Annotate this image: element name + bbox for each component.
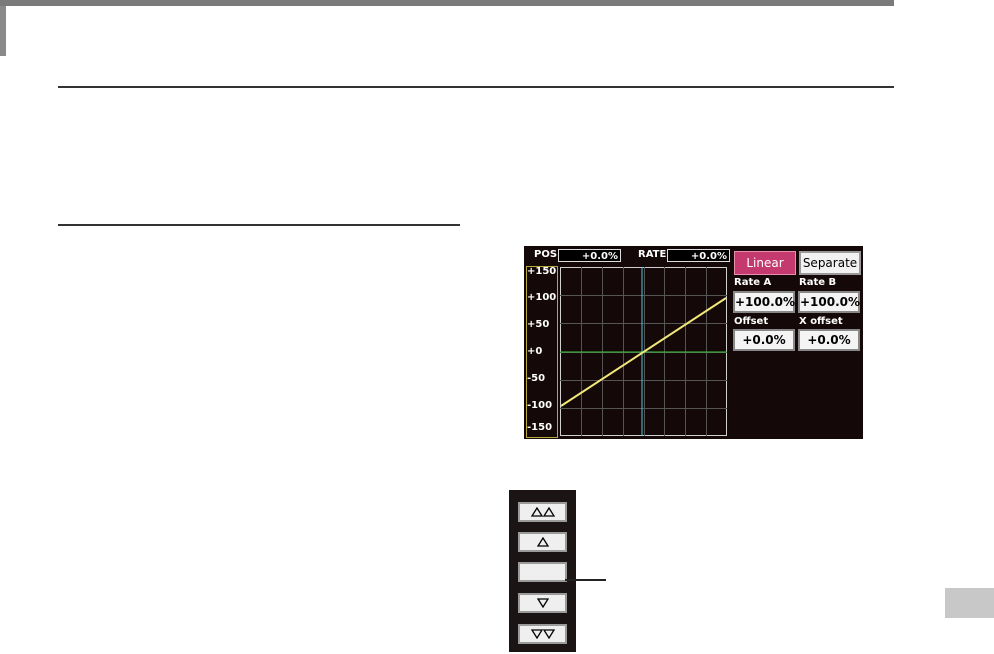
x-offset-label: X offset [799, 316, 843, 327]
blank-button[interactable] [518, 562, 567, 582]
adjust-button-panel [509, 490, 576, 652]
subsection-divider [58, 224, 460, 226]
linear-button[interactable]: Linear [734, 251, 796, 275]
rate-a-button[interactable]: +100.0% [733, 291, 795, 313]
section-divider [58, 86, 894, 88]
pos-label: POS [534, 249, 558, 260]
header-bar [0, 0, 894, 6]
rate-label: RATE [638, 249, 667, 260]
offset-label: Offset [734, 316, 769, 327]
y-tick-label: -150 [527, 422, 553, 433]
side-index-tab [945, 588, 994, 618]
y-tick-label: +150 [527, 266, 557, 277]
up-triangle-icon [536, 537, 549, 547]
down-button[interactable] [518, 593, 567, 613]
y-tick-label: +100 [527, 292, 557, 303]
x-offset-button[interactable]: +0.0% [798, 329, 860, 351]
y-tick-label: -50 [527, 373, 546, 384]
pos-value: +0.0% [558, 249, 621, 262]
header-side-bar [0, 6, 6, 56]
rate-b-label: Rate B [799, 277, 837, 288]
y-tick-label: +0 [527, 346, 543, 357]
double-up-triangle-icon [530, 507, 555, 517]
rate-b-button[interactable]: +100.0% [798, 291, 860, 313]
curve-screen: POS +0.0% RATE +0.0% +150 +100 +50 +0 -5… [524, 246, 863, 439]
callout-leader-line [565, 579, 606, 581]
double-down-triangle-icon [530, 629, 555, 639]
up-fast-button[interactable] [518, 502, 567, 522]
separate-button[interactable]: Separate [799, 251, 861, 275]
offset-button[interactable]: +0.0% [733, 329, 795, 351]
down-fast-button[interactable] [518, 624, 567, 644]
curve-graph [560, 267, 727, 436]
up-button[interactable] [518, 532, 567, 552]
y-tick-label: +50 [527, 319, 550, 330]
down-triangle-icon [536, 598, 549, 608]
y-tick-label: -100 [527, 400, 553, 411]
rate-value: +0.0% [667, 249, 730, 262]
rate-a-label: Rate A [734, 277, 772, 288]
